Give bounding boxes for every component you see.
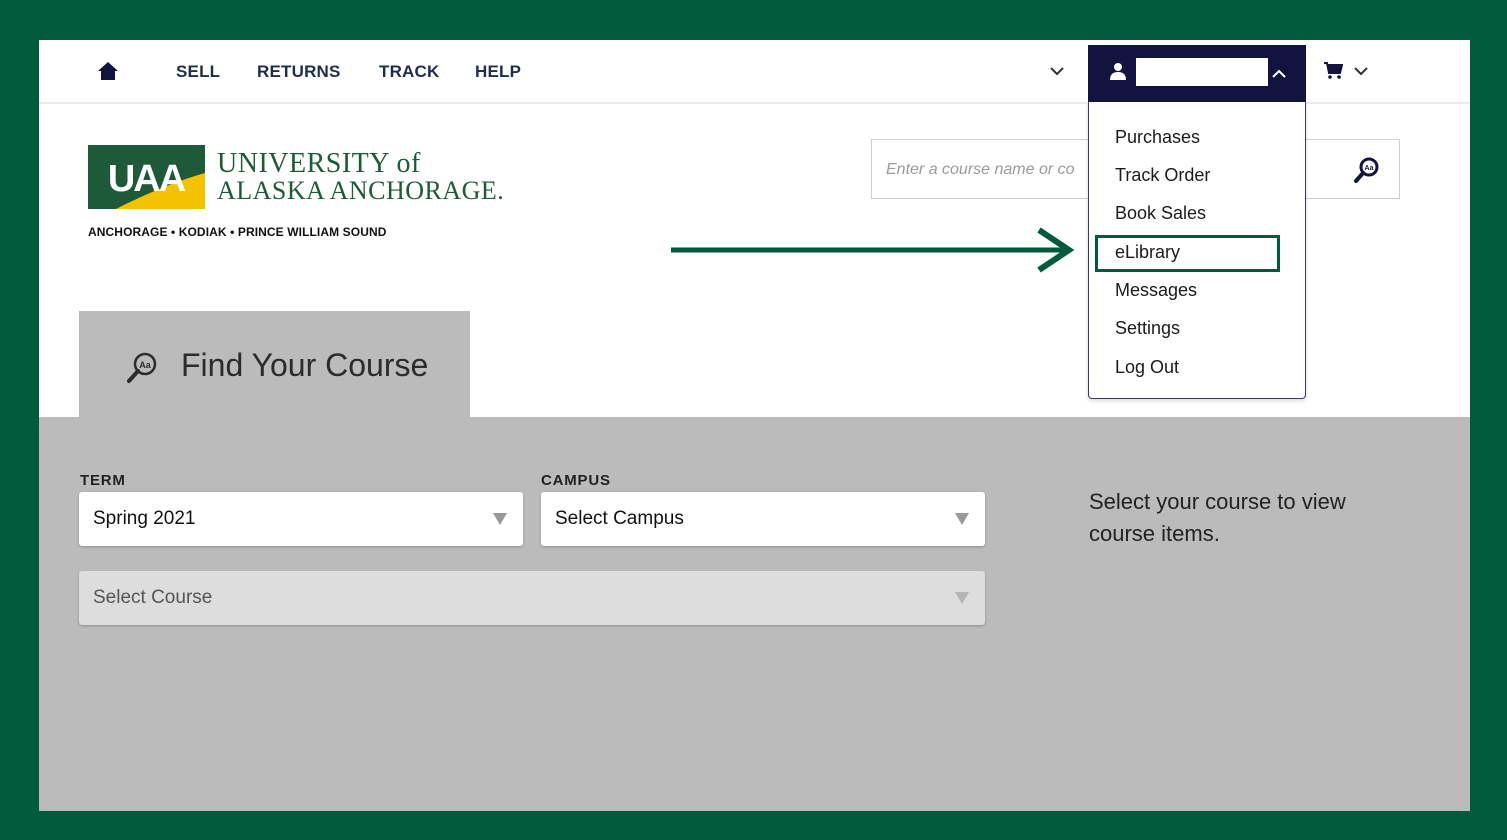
find-your-course-tab[interactable]: Aa Find Your Course <box>79 311 470 419</box>
chevron-down-icon[interactable] <box>1048 62 1066 80</box>
menu-item-elibrary[interactable]: eLibrary <box>1115 242 1180 263</box>
cart-chevron-down-icon[interactable] <box>1352 62 1370 80</box>
term-label: TERM <box>80 472 126 489</box>
caret-down-icon <box>955 513 969 525</box>
menu-item-book-sales[interactable]: Book Sales <box>1115 203 1206 224</box>
term-select[interactable]: Spring 2021 <box>79 492 523 546</box>
course-select[interactable]: Select Course <box>79 571 985 625</box>
menu-item-purchases[interactable]: Purchases <box>1115 127 1200 148</box>
menu-item-log-out[interactable]: Log Out <box>1115 357 1179 378</box>
term-select-value: Spring 2021 <box>93 508 196 529</box>
menu-item-messages[interactable]: Messages <box>1115 280 1197 301</box>
nav-returns-link[interactable]: RETURNS <box>257 62 341 82</box>
course-search-icon: Aa <box>127 352 157 383</box>
logo-subtitle: ANCHORAGE • KODIAK • PRINCE WILLIAM SOUN… <box>88 225 387 239</box>
annotation-arrow-icon <box>671 227 1075 273</box>
redacted-username <box>1136 58 1268 86</box>
logo-line-alaska-anchorage: ALASKA ANCHORAGE. <box>217 176 505 205</box>
course-select-value: Select Course <box>93 587 213 608</box>
campus-select[interactable]: Select Campus <box>541 492 985 546</box>
chevron-up-icon <box>1272 69 1286 78</box>
svg-text:UAA: UAA <box>108 158 186 200</box>
top-navigation: SELL RETURNS TRACK HELP <box>39 40 1470 104</box>
campus-select-value: Select Campus <box>555 508 684 529</box>
search-icon[interactable]: Aa <box>1353 156 1381 184</box>
course-helper-text: Select your course to view course items. <box>1089 489 1346 546</box>
campus-label: CAMPUS <box>541 472 611 489</box>
cart-icon[interactable] <box>1323 60 1343 80</box>
page-frame: SELL RETURNS TRACK HELP UAA UNIVERSITY o… <box>39 40 1470 811</box>
user-icon <box>1110 63 1126 80</box>
svg-text:Aa: Aa <box>1365 165 1374 172</box>
caret-down-icon <box>955 592 969 604</box>
find-your-course-title: Find Your Course <box>181 347 429 383</box>
home-icon[interactable] <box>97 60 119 82</box>
nav-sell-link[interactable]: SELL <box>176 62 220 82</box>
menu-item-settings[interactable]: Settings <box>1115 318 1180 339</box>
university-logo[interactable]: UAA UNIVERSITY of ALASKA ANCHORAGE. ANCH… <box>88 145 504 255</box>
nav-track-link[interactable]: TRACK <box>379 62 440 82</box>
svg-text:Aa: Aa <box>139 360 151 370</box>
account-dropdown-menu: Purchases Track Order Book Sales eLibrar… <box>1088 102 1306 399</box>
nav-help-link[interactable]: HELP <box>475 62 521 82</box>
caret-down-icon <box>493 513 507 525</box>
uaa-logo-mark: UAA <box>88 145 205 209</box>
menu-item-track-order[interactable]: Track Order <box>1115 165 1210 186</box>
course-selection-panel: TERM Spring 2021 CAMPUS Select Campus Se… <box>39 417 1470 811</box>
account-button[interactable] <box>1088 45 1306 102</box>
course-search-input[interactable] <box>884 156 1088 184</box>
